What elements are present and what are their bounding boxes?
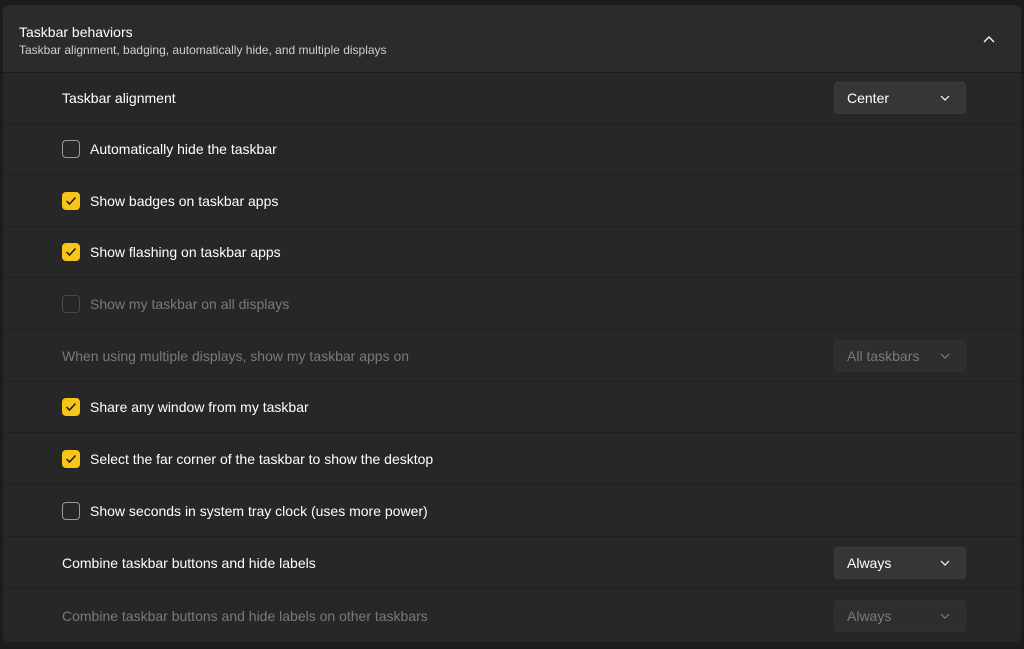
- show-seconds-checkbox[interactable]: [62, 502, 80, 520]
- row-label: Taskbar alignment: [62, 90, 176, 106]
- row-combine-buttons: Combine taskbar buttons and hide labels …: [3, 538, 1021, 589]
- taskbar-alignment-dropdown[interactable]: Center: [834, 82, 966, 114]
- chevron-down-icon: [939, 557, 951, 569]
- taskbar-behaviors-panel: Taskbar behaviors Taskbar alignment, bad…: [3, 5, 1021, 642]
- checkbox-label: Show badges on taskbar apps: [90, 193, 279, 209]
- show-flashing-checkbox-row[interactable]: Show flashing on taskbar apps: [62, 243, 281, 261]
- checkbox-label: Automatically hide the taskbar: [90, 141, 277, 157]
- checkmark-icon: [65, 247, 77, 257]
- row-show-badges: Show badges on taskbar apps: [3, 176, 1021, 227]
- share-window-checkbox-row[interactable]: Share any window from my taskbar: [62, 398, 309, 416]
- collapse-button[interactable]: [979, 29, 999, 49]
- multiple-displays-dropdown[interactable]: All taskbars: [834, 340, 966, 372]
- checkbox-label: Show seconds in system tray clock (uses …: [90, 503, 428, 519]
- far-corner-checkbox[interactable]: [62, 450, 80, 468]
- row-all-displays: Show my taskbar on all displays: [3, 279, 1021, 330]
- dropdown-value: Always: [847, 555, 892, 571]
- all-displays-checkbox-row[interactable]: Show my taskbar on all displays: [62, 295, 289, 313]
- section-title: Taskbar behaviors: [19, 24, 133, 40]
- row-label: Combine taskbar buttons and hide labels …: [62, 607, 428, 624]
- combine-other-taskbars-dropdown[interactable]: Always: [834, 599, 966, 632]
- checkbox-label: Show my taskbar on all displays: [90, 296, 290, 312]
- show-seconds-checkbox-row[interactable]: Show seconds in system tray clock (uses …: [62, 502, 428, 520]
- row-multiple-displays: When using multiple displays, show my ta…: [3, 331, 1021, 382]
- share-window-checkbox[interactable]: [62, 398, 80, 416]
- chevron-up-icon: [983, 36, 995, 43]
- row-auto-hide: Automatically hide the taskbar: [3, 124, 1021, 175]
- combine-buttons-dropdown[interactable]: Always: [834, 547, 966, 579]
- chevron-down-icon: [939, 610, 951, 622]
- checkmark-icon: [65, 454, 77, 464]
- auto-hide-checkbox-row[interactable]: Automatically hide the taskbar: [62, 140, 277, 158]
- row-share-window: Share any window from my taskbar: [3, 382, 1021, 433]
- show-flashing-checkbox[interactable]: [62, 243, 80, 261]
- row-label: Combine taskbar buttons and hide labels: [62, 555, 316, 571]
- auto-hide-checkbox[interactable]: [62, 140, 80, 158]
- row-combine-other-taskbars: Combine taskbar buttons and hide labels …: [3, 590, 1021, 641]
- section-subtitle: Taskbar alignment, badging, automaticall…: [19, 43, 387, 57]
- section-header[interactable]: Taskbar behaviors Taskbar alignment, bad…: [3, 5, 1021, 73]
- checkbox-label: Select the far corner of the taskbar to …: [90, 451, 434, 467]
- dropdown-value: Center: [847, 90, 890, 106]
- show-badges-checkbox-row[interactable]: Show badges on taskbar apps: [62, 192, 278, 210]
- checkmark-icon: [65, 196, 77, 206]
- row-show-flashing: Show flashing on taskbar apps: [3, 227, 1021, 278]
- dropdown-value: Always: [847, 607, 892, 624]
- row-far-corner: Select the far corner of the taskbar to …: [3, 434, 1021, 485]
- all-displays-checkbox[interactable]: [62, 295, 80, 313]
- chevron-down-icon: [939, 350, 951, 362]
- far-corner-checkbox-row[interactable]: Select the far corner of the taskbar to …: [62, 450, 433, 468]
- checkbox-label: Share any window from my taskbar: [90, 399, 309, 415]
- row-label: When using multiple displays, show my ta…: [62, 348, 410, 364]
- chevron-down-icon: [939, 92, 951, 104]
- checkmark-icon: [65, 402, 77, 412]
- checkbox-label: Show flashing on taskbar apps: [90, 244, 281, 260]
- row-taskbar-alignment: Taskbar alignment Center: [3, 73, 1021, 124]
- row-show-seconds: Show seconds in system tray clock (uses …: [3, 486, 1021, 537]
- dropdown-value: All taskbars: [847, 348, 920, 364]
- show-badges-checkbox[interactable]: [62, 192, 80, 210]
